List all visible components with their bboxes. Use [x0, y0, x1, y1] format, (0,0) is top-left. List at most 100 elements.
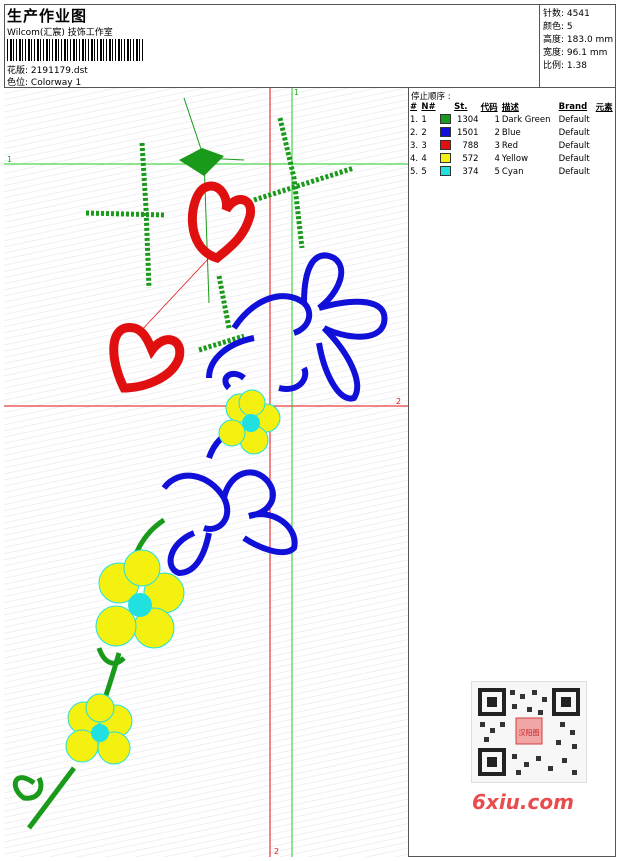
row-index: 2. — [410, 127, 419, 138]
row-description: Red — [501, 140, 519, 151]
stat-height: 高度: 183.0 mm — [543, 32, 613, 45]
row-description: Cyan — [501, 166, 524, 177]
row-stitches: 1501 — [456, 127, 479, 138]
stat-colors-value: 5 — [566, 22, 573, 32]
row-code: 2 — [494, 127, 500, 138]
row-brand: Default — [558, 140, 590, 151]
guide-label-v1: 1 — [294, 88, 299, 97]
col-stitches: St. — [454, 102, 468, 112]
row-swatch — [439, 113, 454, 126]
table-row: 4. 4 572 4 Yellow Default — [409, 152, 616, 165]
embroidery-design-area: 1 1 2 2 — [4, 88, 409, 857]
row-element — [595, 165, 616, 178]
table-row: 3. 3 788 3 Red Default — [409, 139, 616, 152]
col-description: 描述 — [501, 103, 519, 113]
green-branches — [85, 117, 355, 353]
row-number: 2 — [421, 127, 427, 138]
row-description: Dark Green — [501, 114, 551, 125]
col-code: 代码 — [480, 103, 498, 113]
color-swatch — [439, 166, 451, 177]
row-code: 5 — [494, 166, 500, 177]
yellow-flower-bottom — [65, 693, 133, 765]
yellow-flower-top — [218, 389, 281, 455]
guide-label-h2: 2 — [396, 397, 401, 406]
embroidery-design: 1 1 2 2 — [4, 88, 408, 857]
stat-width-label: 宽度: — [543, 48, 565, 58]
col-element: 元素 — [595, 103, 613, 113]
stats-panel: 针数: 4541 颜色: 5 高度: 183.0 mm 宽度: 96.1 mm … — [540, 4, 616, 88]
red-heart-top — [187, 181, 256, 264]
green-leaf — [179, 148, 224, 176]
colorway-value: Colorway 1 — [30, 78, 82, 88]
header-panel: 生产作业图 Wilcom(汇宸) 技饰工作室 花版: 2191179.dst 色… — [4, 4, 540, 88]
stat-stitches-label: 针数: — [543, 9, 565, 19]
page-title: 生产作业图 — [7, 7, 88, 25]
stat-colors-label: 颜色: — [543, 22, 565, 32]
qr-seal-text: 汉阳图 — [519, 728, 540, 737]
stat-scale-value: 1.38 — [566, 61, 587, 71]
stat-width-value: 96.1 mm — [566, 48, 608, 58]
row-swatch — [439, 126, 454, 139]
qr-code-graphic: 汉阳图 — [478, 688, 580, 776]
row-stitches: 1304 — [456, 114, 479, 125]
row-number: 4 — [421, 153, 427, 164]
table-row: 2. 2 1501 2 Blue Default — [409, 126, 616, 139]
color-sequence-table: # N# St. 代码 描述 Brand 元素 1. 1 1304 1 Dark… — [409, 101, 616, 178]
row-number: 3 — [421, 140, 427, 151]
row-swatch — [439, 139, 454, 152]
red-heart-left — [109, 323, 185, 393]
stat-width: 宽度: 96.1 mm — [543, 45, 607, 58]
row-brand: Default — [558, 114, 590, 125]
col-brand: Brand — [558, 102, 588, 112]
row-number: 5 — [421, 166, 427, 177]
table-header-row: # N# St. 代码 描述 Brand 元素 — [409, 101, 616, 113]
color-swatch — [439, 114, 451, 125]
table-row: 1. 1 1304 1 Dark Green Default — [409, 113, 616, 126]
table-row: 5. 5 374 5 Cyan Default — [409, 165, 616, 178]
watermark-site: 6xiu.com — [472, 790, 574, 814]
row-stitches: 572 — [462, 153, 479, 164]
stat-stitches: 针数: 4541 — [543, 6, 590, 19]
row-description: Yellow — [501, 153, 529, 164]
color-swatch — [439, 140, 451, 151]
row-brand: Default — [558, 166, 590, 177]
row-index: 5. — [410, 166, 419, 177]
row-description: Blue — [501, 127, 521, 138]
stat-colors: 颜色: 5 — [543, 19, 573, 32]
row-brand: Default — [558, 153, 590, 164]
guide-label-v2: 2 — [274, 847, 279, 856]
stat-stitches-value: 4541 — [566, 9, 590, 19]
row-index: 3. — [410, 140, 419, 151]
qr-code: 汉阳图 — [471, 681, 587, 783]
stat-scale: 比例: 1.38 — [543, 58, 587, 71]
row-number: 1 — [421, 114, 427, 125]
row-element — [595, 126, 616, 139]
row-index: 1. — [410, 114, 419, 125]
row-index: 4. — [410, 153, 419, 164]
barcode — [7, 39, 143, 61]
row-element — [595, 139, 616, 152]
row-swatch — [439, 152, 454, 165]
row-stitches: 374 — [462, 166, 479, 177]
color-swatch — [439, 153, 451, 164]
studio-name: Wilcom(汇宸) 技饰工作室 — [7, 28, 113, 38]
row-code: 1 — [494, 114, 500, 125]
colorway-label: 色位: — [7, 78, 29, 88]
blue-butterfly-top — [206, 252, 388, 402]
guide-label-h1: 1 — [7, 155, 12, 164]
col-number: N# — [421, 102, 436, 112]
blue-butterfly-bottom — [161, 425, 298, 577]
stat-scale-label: 比例: — [543, 61, 565, 71]
stat-height-label: 高度: — [543, 35, 565, 45]
row-stitches: 788 — [462, 140, 479, 151]
row-element — [595, 152, 616, 165]
row-element — [595, 113, 616, 126]
col-swatch — [439, 101, 454, 113]
color-swatch — [439, 127, 451, 138]
stat-height-value: 183.0 mm — [566, 35, 614, 45]
row-brand: Default — [558, 127, 590, 138]
col-index: # — [410, 102, 418, 112]
colorway-row: 色位: Colorway 1 — [7, 75, 81, 88]
row-swatch — [439, 165, 454, 178]
row-code: 3 — [494, 140, 500, 151]
